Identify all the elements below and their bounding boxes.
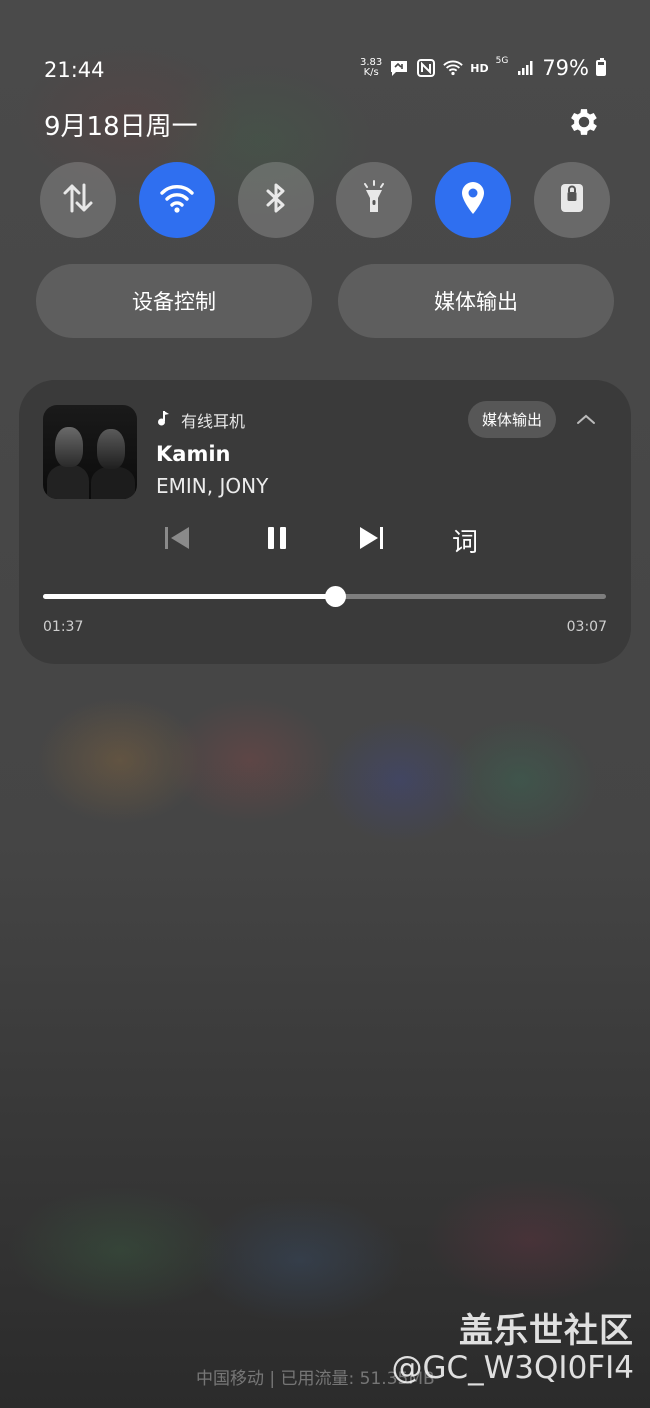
battery-percent: 79% (542, 56, 589, 80)
gear-icon[interactable] (566, 104, 602, 140)
date-label: 9月18日周一 (44, 112, 198, 142)
updown-arrows-icon (58, 178, 98, 222)
track-artist: EMIN, JONY (156, 474, 269, 498)
music-note-icon (157, 409, 171, 431)
location-pin-icon (453, 178, 493, 222)
message-icon (389, 59, 409, 77)
status-icons: 3.83 K/s HD 5G 79% (360, 56, 606, 80)
toggle-location[interactable] (435, 162, 512, 238)
duration-time: 03:07 (566, 619, 607, 635)
device-control-button[interactable]: 设备控制 (36, 264, 312, 338)
watermark-user: @GC_W3QI0FI4 (391, 1350, 634, 1386)
network-speed: 3.83 K/s (360, 58, 382, 78)
wifi-icon (443, 59, 464, 77)
network-type: 5G (495, 56, 509, 66)
track-title: Kamin (156, 442, 231, 466)
signal-icon (515, 59, 535, 77)
toggle-bluetooth[interactable] (237, 162, 314, 238)
previous-button[interactable] (157, 520, 197, 560)
skip-previous-icon (162, 524, 192, 556)
pause-button[interactable] (258, 520, 298, 560)
toggle-lock[interactable] (533, 162, 610, 238)
playback-controls: 词 (19, 520, 631, 560)
wifi-icon (157, 178, 197, 222)
media-source: 有线耳机 (157, 408, 245, 432)
toggle-wifi[interactable] (138, 162, 215, 238)
battery-icon (596, 58, 606, 76)
media-output-button[interactable]: 媒体输出 (338, 264, 614, 338)
quick-settings-row (40, 162, 610, 238)
progress-thumb[interactable] (325, 586, 347, 607)
next-button[interactable] (352, 520, 392, 560)
pause-icon (265, 524, 291, 556)
lyrics-button[interactable]: 词 (445, 520, 485, 560)
elapsed-time: 01:37 (43, 619, 84, 635)
chevron-up-icon[interactable] (574, 408, 598, 430)
status-time: 21:44 (44, 58, 105, 82)
progress-slider[interactable] (43, 586, 606, 607)
hd-label: HD (470, 61, 489, 75)
progress-fill (43, 594, 336, 599)
toggle-flashlight[interactable] (336, 162, 413, 238)
network-speed-unit: K/s (363, 67, 379, 78)
album-cover[interactable] (43, 405, 137, 499)
nfc-icon (416, 59, 436, 77)
media-output-chip[interactable]: 媒体输出 (468, 401, 556, 438)
flashlight-icon (354, 178, 394, 222)
watermark-brand: 盖乐世社区 (459, 1311, 634, 1351)
toggle-mobile-data[interactable] (40, 162, 116, 238)
media-player-card: 有线耳机 媒体输出 Kamin EMIN, JONY 词 01:37 03:07 (19, 380, 631, 664)
status-bar: 21:44 3.83 K/s HD 5G 79% (0, 52, 650, 90)
skip-next-icon (357, 524, 387, 556)
media-source-label: 有线耳机 (181, 412, 246, 431)
bluetooth-icon (256, 178, 296, 222)
pill-row: 设备控制 媒体输出 (36, 264, 614, 338)
lock-icon (552, 178, 592, 222)
